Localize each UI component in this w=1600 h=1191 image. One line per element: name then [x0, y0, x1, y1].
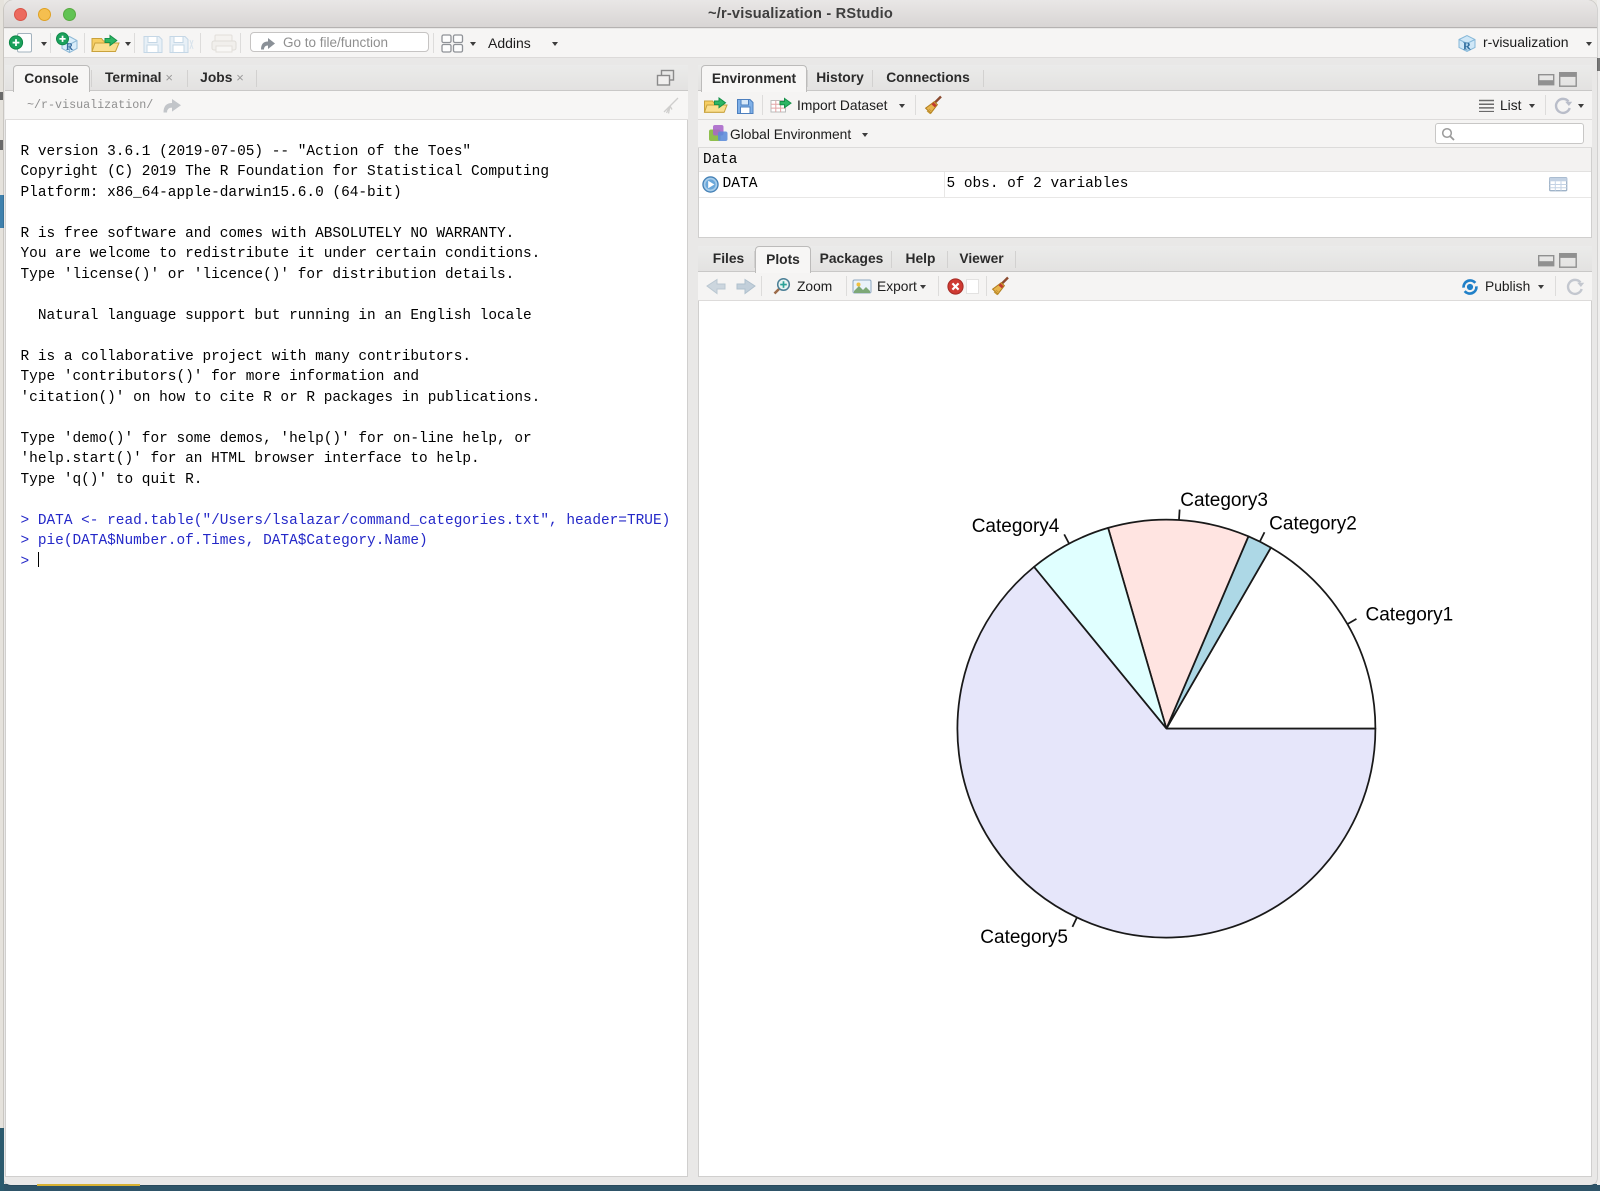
svg-text:Category3: Category3 [1180, 490, 1268, 511]
svg-text:Category5: Category5 [980, 927, 1068, 948]
svg-text:R: R [66, 42, 74, 53]
svg-text:R: R [1463, 41, 1472, 53]
svg-text:Category2: Category2 [1269, 514, 1357, 535]
svg-text:Category1: Category1 [1366, 604, 1454, 625]
svg-text:Category4: Category4 [972, 516, 1060, 537]
